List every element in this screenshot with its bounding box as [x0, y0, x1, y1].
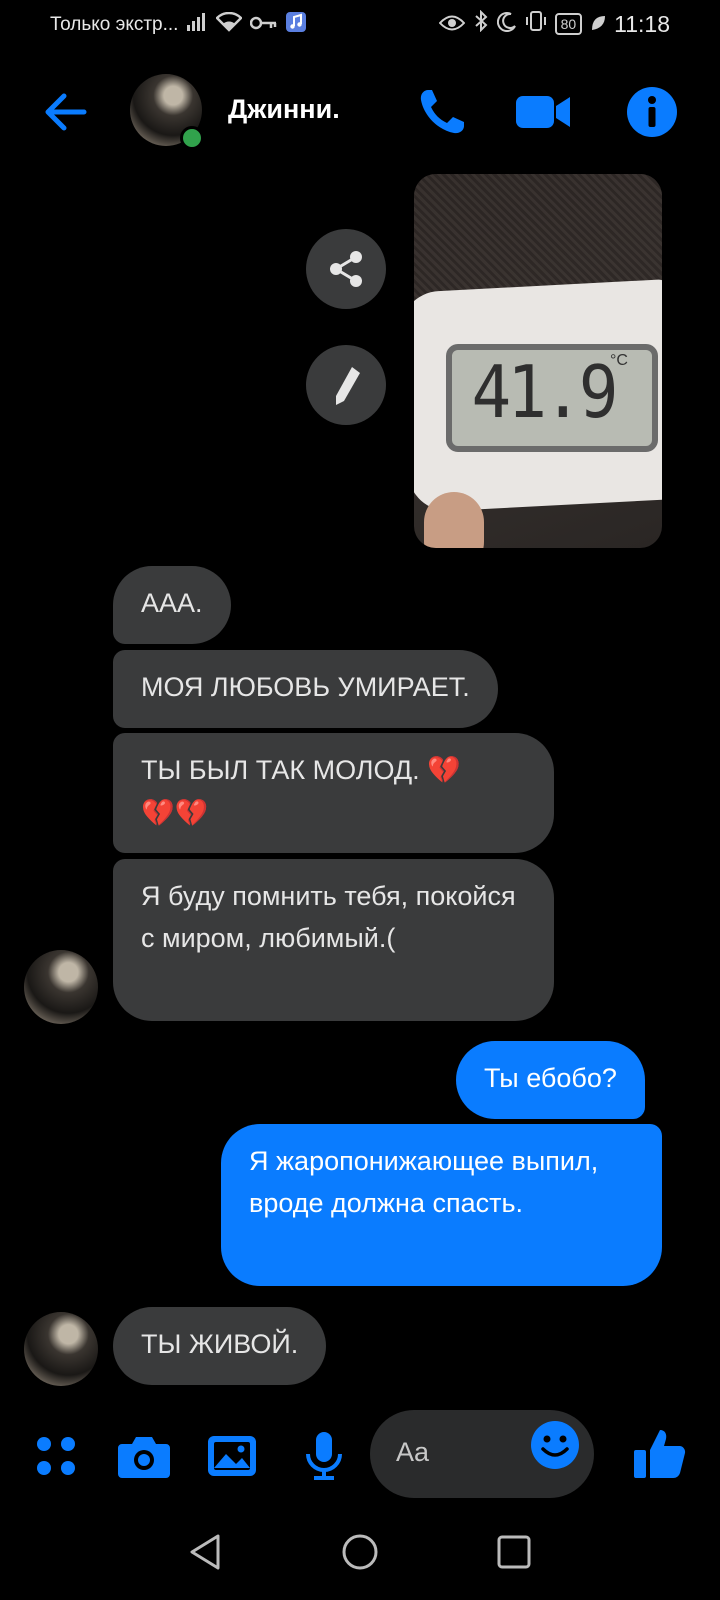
- status-bar: Только экстр... 80 11:18: [0, 0, 720, 48]
- status-left: Только экстр...: [50, 11, 307, 38]
- emoji-icon[interactable]: [530, 1420, 580, 1470]
- contact-name[interactable]: Джинни.: [228, 94, 340, 125]
- menu-dots-icon[interactable]: [30, 1430, 82, 1482]
- outgoing-message[interactable]: Я жаропонижающее выпил, вроде должна спа…: [221, 1124, 662, 1286]
- share-icon: [330, 251, 362, 287]
- gallery-icon[interactable]: [206, 1430, 258, 1482]
- camera-icon[interactable]: [116, 1430, 170, 1482]
- conversation-header: Джинни.: [0, 60, 720, 160]
- back-arrow-icon[interactable]: [40, 86, 92, 138]
- broken-heart-emoji: 💔💔: [141, 798, 209, 829]
- battery-indicator: 80: [554, 13, 583, 35]
- vibrate-icon: [525, 10, 547, 38]
- incoming-message[interactable]: МОЯ ЛЮБОВЬ УМИРАЕТ.: [113, 650, 498, 728]
- info-icon[interactable]: [624, 84, 680, 140]
- contact-avatar-small[interactable]: [24, 1312, 98, 1386]
- message-text: AAA.: [141, 588, 203, 618]
- music-app-icon: [286, 12, 307, 38]
- edit-button[interactable]: [306, 345, 386, 425]
- incoming-message[interactable]: AAA.: [113, 566, 231, 644]
- message-text: Ты ебобо?: [484, 1063, 617, 1093]
- video-camera-icon[interactable]: [514, 84, 570, 140]
- finger: [424, 492, 484, 548]
- microphone-icon[interactable]: [298, 1430, 350, 1482]
- pencil-icon: [336, 367, 360, 405]
- message-text: МОЯ ЛЮБОВЬ УМИРАЕТ.: [141, 672, 470, 702]
- notification-text: Только экстр...: [50, 14, 179, 35]
- home-nav-icon[interactable]: [338, 1530, 382, 1574]
- clock-time: 11:18: [614, 10, 670, 37]
- message-text: ТЫ БЫЛ ТАК МОЛОД.: [141, 755, 428, 785]
- message-input-placeholder: Aa: [396, 1437, 430, 1467]
- vpn-key-icon: [250, 14, 278, 36]
- system-navigation-bar: [0, 1510, 720, 1600]
- message-composer: Aa: [0, 1400, 720, 1510]
- eye-icon: [438, 11, 465, 38]
- signal-icon: [186, 12, 208, 38]
- phone-icon[interactable]: [414, 84, 470, 140]
- leaf-icon: [590, 11, 606, 38]
- contact-avatar-small[interactable]: [24, 950, 98, 1024]
- share-button[interactable]: [306, 229, 386, 309]
- thermometer-unit: °C: [610, 352, 628, 369]
- incoming-message[interactable]: ТЫ ЖИВОЙ.: [113, 1307, 327, 1385]
- moon-icon: [496, 11, 517, 38]
- thumbs-up-icon[interactable]: [632, 1426, 688, 1482]
- message-text: ТЫ ЖИВОЙ.: [141, 1329, 299, 1359]
- outgoing-message[interactable]: Ты ебобо?: [456, 1041, 645, 1119]
- online-status-indicator: [180, 126, 204, 150]
- message-text: Я жаропонижающее выпил, вроде должна спа…: [249, 1146, 599, 1218]
- incoming-message[interactable]: ТЫ БЫЛ ТАК МОЛОД. 💔 💔💔: [113, 733, 554, 853]
- recents-nav-icon[interactable]: [492, 1530, 536, 1574]
- back-nav-icon[interactable]: [184, 1530, 228, 1574]
- broken-heart-emoji: 💔: [427, 755, 461, 786]
- message-text: Я буду помнить тебя, покойся с миром, лю…: [141, 881, 516, 953]
- incoming-message[interactable]: Я буду помнить тебя, покойся с миром, лю…: [113, 859, 554, 1021]
- status-right: 80 11:18: [438, 9, 670, 38]
- bluetooth-icon: [473, 9, 489, 38]
- wifi-icon: [215, 11, 244, 38]
- thermometer-photo[interactable]: 41.9 °C: [414, 174, 662, 548]
